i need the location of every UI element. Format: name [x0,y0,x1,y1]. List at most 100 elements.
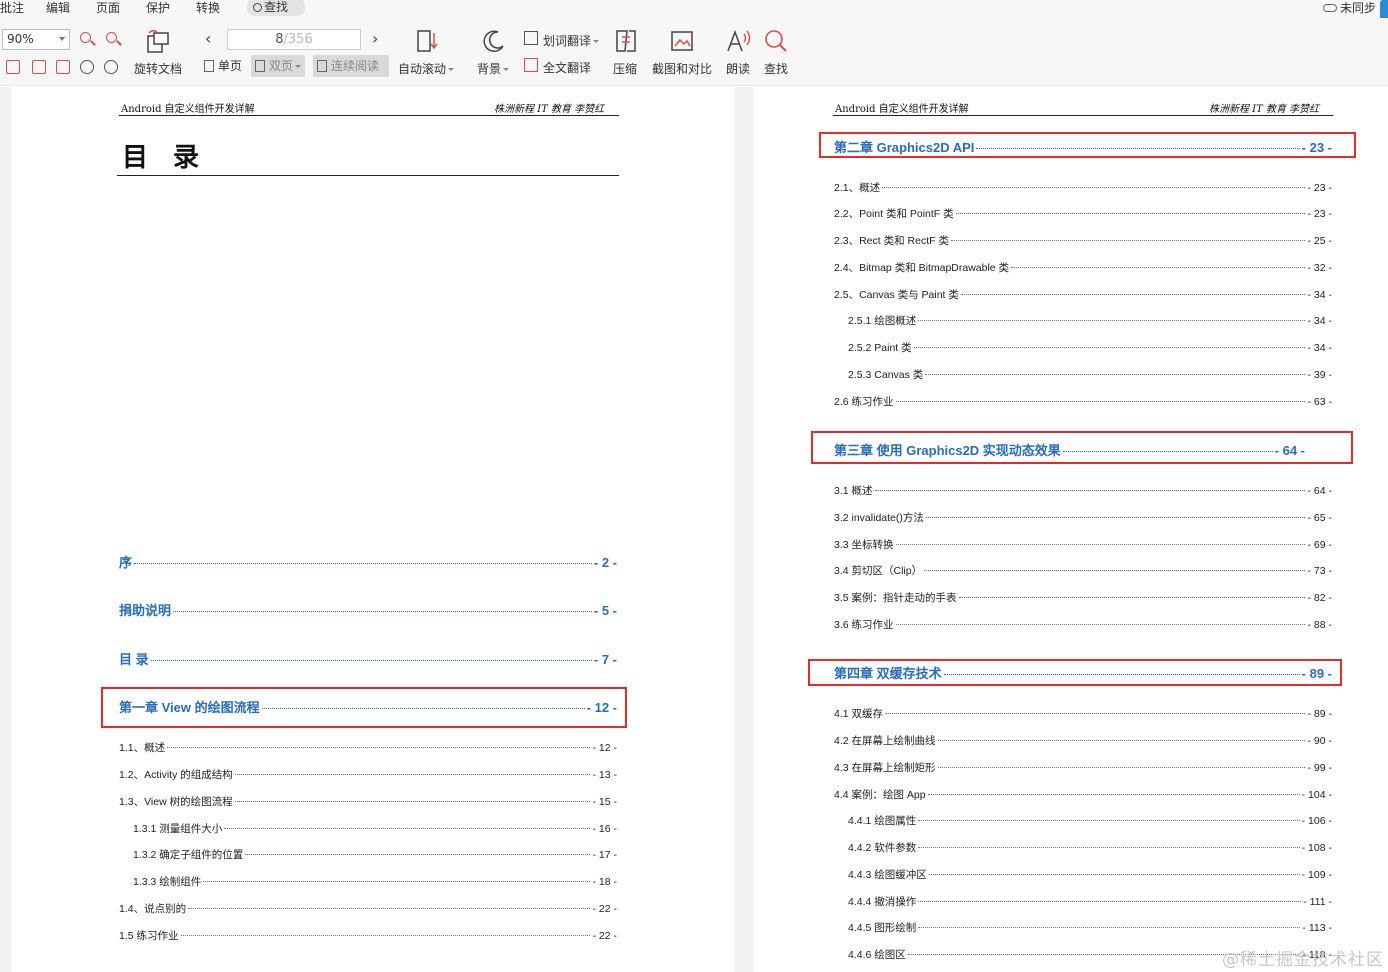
auto-scroll-icon[interactable] [413,28,439,54]
screenshot-compare-icon[interactable] [669,28,695,54]
search-icon[interactable] [763,28,789,54]
toc-entry[interactable]: 3.3 坐标转换 - 69 - [834,537,1332,552]
auto-scroll-label[interactable]: 自动滚动 [398,60,455,77]
leader-dots [918,927,1301,928]
read-aloud-label[interactable]: 朗读 [726,60,750,77]
next-page-button[interactable]: › [372,29,378,49]
toc-entry[interactable]: 4.4.3 绘图缓冲区 - 109 - [848,867,1332,882]
leader-dots [150,660,592,661]
zoom-in-icon[interactable] [106,32,122,47]
page-icon [204,60,214,72]
chevron-down-icon [593,40,600,43]
toc-entry-page: - 88 - [1307,619,1332,631]
toc-entry[interactable]: 1.5 练习作业 - 22 - [119,928,617,943]
continuous-reading-button[interactable]: 连续阅读 [313,55,389,77]
toc-entry[interactable]: 2.1、概述 - 23 - [834,180,1332,195]
rotate-document-icon[interactable] [145,28,171,54]
toc-entry-page: - 23 - [1307,182,1332,194]
moon-icon[interactable] [480,28,506,54]
toc-entry[interactable]: 4.4.1 绘图属性 - 106 - [848,813,1332,828]
toc-entry[interactable]: 3.6 练习作业 - 88 - [834,617,1332,632]
prev-page-button[interactable]: ‹ [205,29,211,49]
toc-entry-title: 2.1、概述 [834,182,881,194]
toc-chapter-title: 捐助说明 [119,603,172,618]
read-aloud-icon[interactable] [725,28,751,54]
toc-entry[interactable]: 1.4、说点别的 - 22 - [119,901,617,916]
menu-page[interactable]: 页面 [96,0,120,16]
toc-entry[interactable]: 3.1 概述 - 64 - [834,483,1332,498]
fit-page-icon[interactable] [32,60,46,74]
rotate-left-icon[interactable] [80,60,94,74]
toc-entry[interactable]: 2.2、Point 类和 PointF 类 - 23 - [834,206,1332,221]
toc-entry[interactable]: 4.4.4 撤消操作 - 111 - [848,894,1332,909]
compress-icon[interactable] [613,28,639,54]
toc-entry[interactable]: 1.3、View 树的绘图流程 - 15 - [119,794,617,809]
single-page-button[interactable]: 单页 [200,55,246,77]
menu-edit[interactable]: 编辑 [46,0,70,16]
toc-entry[interactable]: 2.5、Canvas 类与 Paint 类 - 34 - [834,287,1332,302]
word-translate-button[interactable]: 划词翻译 [543,32,600,49]
toc-entry[interactable]: 4.4 案例：绘图 App - 104 - [834,787,1332,802]
zoom-out-icon[interactable] [80,32,96,47]
toc-entry[interactable]: 2.4、Bitmap 类和 BitmapDrawable 类 - 32 - [834,260,1332,275]
toc-entry-page: - 34 - [1307,289,1332,301]
rotate-right-icon[interactable] [104,60,118,74]
toc-entry-title: 2.5.2 Paint 类 [848,342,912,354]
toc-entry-title: 2.2、Point 类和 PointF 类 [834,208,954,220]
toc-chapter[interactable]: 序 - 2 - [119,552,617,571]
header-rule [119,115,619,116]
menu-protect[interactable]: 保护 [146,0,170,16]
actual-size-icon[interactable] [6,60,20,74]
zoom-value: 90% [7,32,34,46]
toc-entry-page: - 13 - [592,769,617,781]
rotate-document-label[interactable]: 旋转文档 [134,60,182,77]
toc-entry[interactable]: 3.5 案例：指针走动的手表 - 82 - [834,590,1332,605]
toc-entry[interactable]: 4.4.2 软件参数 - 108 - [848,840,1332,855]
full-translate-button[interactable]: 全文翻译 [543,59,591,76]
leader-dots [918,320,1306,321]
toc-entry[interactable]: 2.5.3 Canvas 类 - 39 - [848,367,1332,382]
toc-entry-title: 4.4.6 绘图区 [848,949,906,961]
zoom-select[interactable]: 90% [2,29,70,50]
menu-annotate[interactable]: 批注 [0,0,24,16]
sync-status[interactable]: 未同步 [1322,0,1376,16]
toc-entry[interactable]: 2.3、Rect 类和 RectF 类 - 25 - [834,233,1332,248]
toc-entry[interactable]: 4.2 在屏幕上绘制曲线 - 90 - [834,733,1332,748]
running-header-left: Android 自定义组件开发详解 [121,104,255,115]
menu-convert[interactable]: 转换 [196,0,220,16]
highlight-box-chapter2 [819,132,1356,158]
search-chip[interactable]: 查找 [247,0,305,16]
toc-entry-title: 3.2 invalidate()方法 [834,512,924,524]
find-label[interactable]: 查找 [764,60,788,77]
toc-chapter[interactable]: 目 录 - 7 - [119,649,617,668]
fit-width-icon[interactable] [56,60,70,74]
leader-dots [925,374,1306,375]
page-number-input[interactable]: 8/356 [227,29,361,50]
toc-entry[interactable]: 1.2、Activity 的组成结构 - 13 - [119,767,617,782]
toc-entry[interactable]: 1.3.1 测量组件大小 - 16 - [133,821,617,836]
screenshot-compare-label[interactable]: 截图和对比 [652,60,712,77]
toc-entry[interactable]: 2.5.1 绘图概述 - 34 - [848,313,1332,328]
book-icon [255,60,265,72]
toc-entry[interactable]: 2.6 练习作业 - 63 - [834,394,1332,409]
double-page-button[interactable]: 双页 [251,55,306,77]
toc-entry[interactable]: 1.1、概述 - 12 - [119,740,617,755]
toc-entry-title: 2.5.3 Canvas 类 [848,369,924,381]
leader-dots [918,847,1300,848]
toc-entry[interactable]: 4.1 双缓存 - 89 - [834,706,1332,721]
toc-entry[interactable]: 4.3 在屏幕上绘制矩形 - 99 - [834,760,1332,775]
compress-label[interactable]: 压缩 [613,60,637,77]
document-viewport[interactable]: Android 自定义组件开发详解 株洲新程 IT 教育 李赞红 目 录 序 - … [0,87,1388,972]
toc-entry[interactable]: 3.4 剪切区（Clip） - 73 - [834,563,1332,578]
leader-dots [180,935,591,936]
toc-entry[interactable]: 1.3.3 绘制组件 - 18 - [133,874,617,889]
toc-entry[interactable]: 1.3.2 确定子组件的位置 - 17 - [133,847,617,862]
leader-dots [950,240,1306,241]
toc-entry[interactable]: 2.5.2 Paint 类 - 34 - [848,340,1332,355]
background-label[interactable]: 背景 [477,60,510,77]
toc-chapter-page: - 2 - [593,555,617,570]
toc-entry[interactable]: 4.4.5 图形绘制 - 113 - [848,920,1332,935]
toc-entry-page: - 15 - [592,796,617,808]
toc-entry[interactable]: 3.2 invalidate()方法 - 65 - [834,510,1332,525]
toc-chapter[interactable]: 捐助说明 - 5 - [119,600,617,619]
